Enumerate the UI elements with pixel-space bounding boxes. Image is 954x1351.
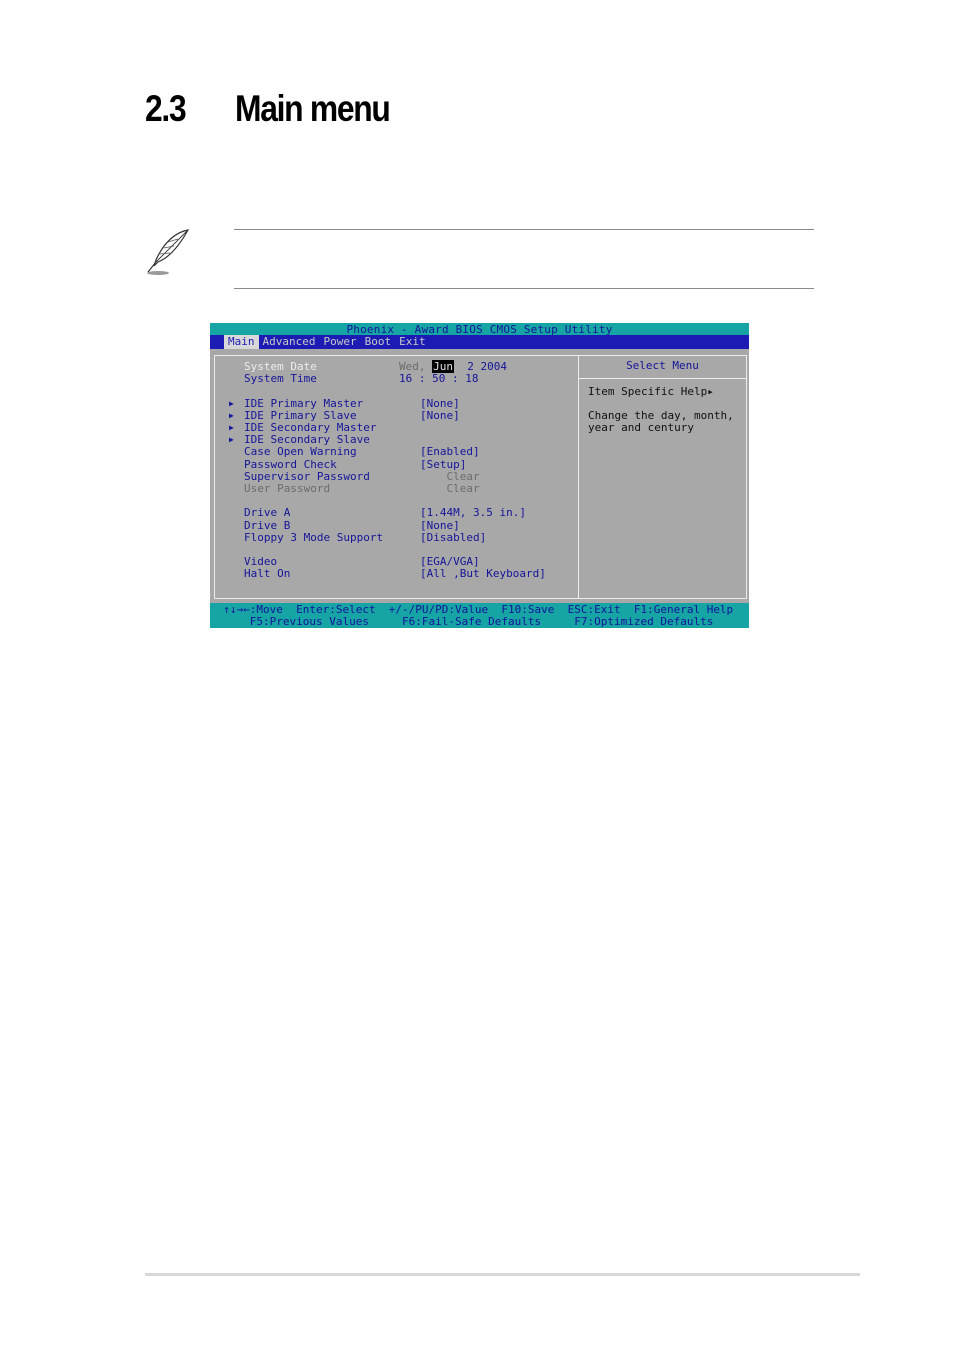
setting-label: Halt On [244,567,291,581]
bios-menu-main[interactable]: Main [224,335,259,349]
bios-setting-row[interactable]: Floppy 3 Mode Support [Disabled] [215,530,580,544]
section-number: 2.3 [145,88,187,129]
setting-value[interactable]: Clear [420,482,479,495]
bios-setting-row[interactable]: Supervisor Password Clear [215,470,580,483]
date-month-selected[interactable]: Jun [432,360,454,373]
note-top-rule [234,229,814,230]
setting-value[interactable]: 16 : 50 : 18 [399,372,478,385]
bios-menu-advanced[interactable]: Advanced [259,335,320,349]
help-line-2: year and century [588,421,694,434]
setting-value[interactable]: [Setup] [420,458,466,471]
bios-setting-row[interactable]: ▶ IDE Secondary Slave [215,433,580,446]
setting-value[interactable]: [None] [420,409,460,422]
setting-label: IDE Primary Master [244,396,364,410]
bios-setting-row[interactable]: Password Check [Setup] [215,457,580,471]
setting-label: Floppy 3 Mode Support [244,530,384,544]
bios-setting-row[interactable]: ▶ IDE Secondary Master [215,421,580,434]
setting-label: Case Open Warning [244,445,357,459]
setting-value[interactable]: [None] [420,397,460,410]
help-title: Select Menu [626,359,699,372]
bios-setting-row[interactable]: System Date Wed, Jun 2 2004 [215,360,580,373]
setting-value[interactable]: [All ,But Keyboard] [420,568,546,580]
setting-label: System Time [244,372,317,386]
bios-setting-row[interactable]: System Time 16 : 50 : 18 [215,372,580,386]
date-day-year: 2 2004 [454,360,507,373]
bios-setting-row[interactable]: Halt On [All ,But Keyboard] [215,568,580,580]
setting-label: User Password [244,482,331,495]
page-bottom-rule [145,1273,860,1276]
note-bottom-rule [234,288,814,289]
setting-label: Drive B [244,518,291,532]
submenu-arrow-icon: ▶ [229,410,234,420]
footer-line-2: F5:Previous Values F6:Fail-Safe Defaults… [210,615,714,628]
bios-setting-row[interactable]: Drive A [1.44M, 3.5 in.] [215,507,580,519]
bios-screenshot: Phoenix - Award BIOS CMOS Setup Utility … [210,323,749,628]
bios-menu-bar: Main Advanced Power Boot Exit [210,335,749,349]
date-weekday: Wed, [399,360,433,373]
bios-menu-power[interactable]: Power [319,335,360,349]
bios-setting-row[interactable]: Video [EGA/VGA] [215,555,580,568]
bios-main-panel: System Date Wed, Jun 2 2004 System Time 16 … [214,355,579,599]
bios-setting-row[interactable]: Drive B [None] [215,518,580,532]
feather-pen-icon [147,229,190,275]
help-heading: Item Specific Help▸ [588,385,714,398]
help-divider [579,378,746,379]
bios-setting-row[interactable]: Case Open Warning [Enabled] [215,446,580,458]
setting-value[interactable]: [Enabled] [420,446,480,458]
section-title: Main menu [235,88,391,129]
bios-setting-row[interactable]: User Password Clear [215,482,580,495]
setting-value[interactable]: [1.44M, 3.5 in.] [420,507,526,519]
bios-setting-row[interactable]: ▶ IDE Primary Slave [None] [215,409,580,422]
bios-title: Phoenix - Award BIOS CMOS Setup Utility [210,323,749,336]
setting-value[interactable]: [None] [420,519,460,532]
setting-label: Password Check [244,457,337,471]
submenu-arrow-icon: ▶ [229,435,234,445]
submenu-arrow-icon: ▶ [229,398,234,408]
bios-footer: ↑↓→←:Move Enter:Select +/-/PU/PD:Value F… [210,603,749,628]
bios-help-panel: Select Menu Item Specific Help▸ Change t… [578,355,747,599]
bios-menu-boot[interactable]: Boot [361,335,396,349]
setting-label: Drive A [244,506,291,520]
bios-menu-exit[interactable]: Exit [395,335,430,349]
submenu-arrow-icon: ▶ [229,423,234,432]
bios-setting-row[interactable]: ▶ IDE Primary Master [None] [215,396,580,410]
setting-value[interactable]: [Disabled] [420,531,486,544]
